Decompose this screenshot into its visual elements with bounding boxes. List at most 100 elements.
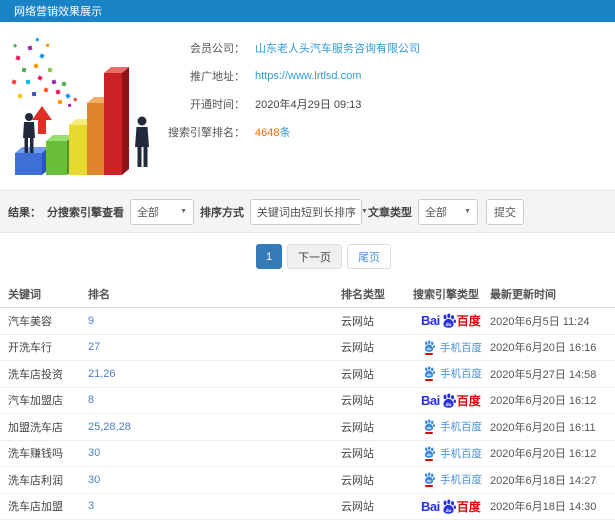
submit-button[interactable]: 提交: [486, 198, 524, 225]
open-time-value: 2020年4月29日 09:13: [255, 99, 362, 111]
updated-cell: 2020年5月27日 14:58: [490, 368, 597, 381]
mobile-baidu-logo: du 手机百度: [423, 340, 490, 355]
updated-cell: 2020年6月5日 11:24: [490, 315, 590, 328]
page-1-button[interactable]: 1: [256, 244, 282, 269]
svg-text:du: du: [445, 402, 451, 408]
article-type-select-value: 全部: [425, 206, 447, 219]
baidu-paw-icon: du: [443, 499, 456, 514]
sort-select[interactable]: 关键词由短到长排序 ▼: [250, 198, 368, 225]
keyword-cell: 加盟洗车店: [8, 421, 63, 434]
member-info-list: 会员公司： 山东老人头汽车服务咨询有限公司 推广地址： https://www.…: [150, 34, 420, 146]
company-label: 会员公司：: [190, 43, 245, 55]
info-row-url: 推广地址： https://www.lrtlsd.com: [150, 62, 420, 90]
rank-type-cell: 云网站: [341, 474, 374, 487]
svg-text:du: du: [427, 373, 432, 377]
mobile-baidu-logo: du 手机百度: [423, 472, 490, 488]
keyword-cell: 汽车美容: [8, 315, 52, 328]
engine-filter-label: 分搜索引擎查看: [47, 206, 124, 219]
rank-cell[interactable]: 30: [88, 447, 341, 459]
engine-cell: du 手机百度: [413, 366, 490, 382]
updated-cell: 2020年6月18日 14:27: [490, 474, 597, 487]
chevron-down-icon: ▼: [464, 208, 471, 215]
svg-text:du: du: [427, 453, 432, 457]
rank-cell[interactable]: 30: [88, 474, 341, 486]
member-info-section: 会员公司： 山东老人头汽车服务咨询有限公司 推广地址： https://www.…: [0, 22, 615, 190]
svg-text:du: du: [445, 508, 451, 514]
rank-cell[interactable]: 27: [88, 341, 341, 353]
mobile-baidu-logo: du 手机百度: [423, 366, 490, 382]
keyword-cell: 汽车加盟店: [8, 395, 63, 408]
info-row-rank-count: 搜索引擎排名： 4648条: [150, 118, 420, 146]
header-rank: 排名: [88, 288, 110, 301]
rank-cell[interactable]: 3: [88, 500, 341, 512]
chevron-down-icon: ▼: [361, 208, 368, 215]
mobile-baidu-label: 手机百度: [440, 341, 482, 354]
next-page-button[interactable]: 下一页: [287, 244, 342, 269]
table-row: 洗车店投资 21,26 云网站 du 手机百度 2020年5月27日 14:58: [0, 361, 615, 388]
baidu-paw-icon: du: [424, 472, 435, 485]
rank-type-cell: 云网站: [341, 421, 374, 434]
rank-type-cell: 云网站: [341, 368, 374, 381]
svg-text:du: du: [445, 322, 451, 328]
mobile-baidu-logo: du 手机百度: [423, 419, 490, 435]
table-row: 洗车赚钱吗 30 云网站 du 手机百度 2020年6月20日 16:12: [0, 441, 615, 467]
table-header-row: 关键词 排名 排名类型 搜索引擎类型 最新更新时间: [0, 280, 615, 308]
bar-chart-illustration: [11, 37, 149, 175]
rank-cell[interactable]: 8: [88, 394, 341, 406]
rank-cell[interactable]: 9: [88, 315, 341, 327]
keyword-cell: 洗车赚钱吗: [8, 448, 63, 461]
company-name-link[interactable]: 山东老人头汽车服务咨询有限公司: [255, 40, 420, 56]
engine-cell: du 手机百度: [413, 340, 490, 355]
updated-cell: 2020年6月20日 16:12: [490, 448, 597, 461]
mobile-baidu-label: 手机百度: [440, 368, 482, 381]
open-time-label: 开通时间：: [190, 99, 245, 111]
header-engine-type: 搜索引擎类型: [413, 288, 479, 301]
svg-text:du: du: [427, 479, 432, 483]
baidu-logo-cn: 百度: [456, 314, 481, 329]
table-row: 汽车加盟店 8 云网站 Bai du 百度 2020年6月20日 16:12: [0, 388, 615, 414]
rank-type-cell: 云网站: [341, 395, 374, 408]
mobile-baidu-icon: du: [423, 340, 435, 355]
keyword-cell: 开洗车行: [8, 342, 52, 355]
baidu-logo-bai: Bai: [421, 313, 440, 329]
engine-cell: du 手机百度: [413, 419, 490, 435]
article-type-select[interactable]: 全部 ▼: [418, 198, 478, 225]
mobile-baidu-icon: du: [423, 472, 435, 488]
rank-cell[interactable]: 25,28,28: [88, 421, 341, 433]
rank-type-cell: 云网站: [341, 315, 374, 328]
filter-bar: 结果： 分搜索引擎查看 全部 ▼ 排序方式 关键词由短到长排序 ▼ 文章类型 全…: [0, 190, 615, 233]
keyword-cell: 洗车店投资: [8, 368, 63, 381]
mobile-baidu-label: 手机百度: [440, 447, 482, 460]
baidu-paw-icon: du: [443, 393, 456, 408]
header-keyword: 关键词: [8, 288, 41, 301]
baidu-logo: Bai du 百度: [421, 392, 490, 409]
updated-cell: 2020年6月20日 16:16: [490, 342, 597, 355]
engine-select[interactable]: 全部 ▼: [130, 198, 194, 225]
promo-url-link[interactable]: https://www.lrtlsd.com: [255, 70, 361, 82]
promo-url-label: 推广地址：: [190, 71, 245, 83]
table-row: 洗车店利润 30 云网站 du 手机百度 2020年6月18日 14:27: [0, 467, 615, 494]
svg-text:du: du: [427, 347, 432, 351]
baidu-paw-icon: du: [424, 340, 435, 352]
engine-cell: Bai du 百度: [413, 498, 490, 515]
rank-type-cell: 云网站: [341, 448, 374, 461]
pagination: 1 下一页 尾页: [0, 233, 615, 280]
sort-filter-label: 排序方式: [200, 206, 244, 219]
mobile-baidu-logo: du 手机百度: [423, 446, 490, 461]
engine-cell: du 手机百度: [413, 472, 490, 488]
results-table: 关键词 排名 排名类型 搜索引擎类型 最新更新时间 汽车美容 9 云网站 Bai du…: [0, 280, 615, 520]
rank-count-value: 4648条: [255, 124, 290, 140]
header-rank-type: 排名类型: [341, 288, 385, 301]
rank-cell[interactable]: 21,26: [88, 368, 341, 380]
info-row-company: 会员公司： 山东老人头汽车服务咨询有限公司: [150, 34, 420, 62]
info-row-open-time: 开通时间： 2020年4月29日 09:13: [150, 90, 420, 118]
confetti-dots: [11, 37, 78, 108]
rank-count-label: 搜索引擎排名：: [168, 127, 245, 139]
mobile-baidu-label: 手机百度: [440, 474, 482, 487]
bars: [15, 67, 129, 175]
page: 网络营销效果展示 会员公司： 山东老人头汽车服务咨询有限公司 推广地址： htt…: [0, 0, 615, 520]
engine-cell: Bai du 百度: [413, 392, 490, 409]
mobile-baidu-icon: du: [423, 419, 435, 435]
rank-count-number: 4648: [255, 127, 280, 139]
last-page-button[interactable]: 尾页: [347, 244, 391, 269]
